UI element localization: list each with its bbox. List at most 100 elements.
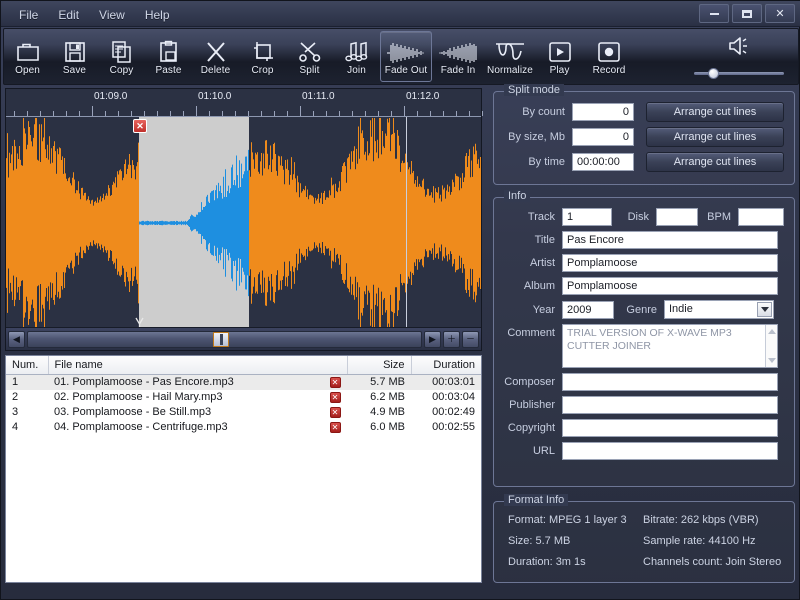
ruler-tick-minor [339, 111, 340, 116]
application-window: ✕ File Edit View Help Open Save Copy Pas… [0, 0, 800, 600]
disk-input[interactable] [656, 208, 698, 226]
copy-icon [110, 38, 134, 64]
toolbar-button-open[interactable]: Open [4, 31, 51, 82]
delete-row-icon[interactable]: ✕ [329, 377, 341, 389]
split-by-time-input[interactable] [572, 153, 634, 171]
delete-row-icon[interactable]: ✕ [329, 392, 341, 403]
toolbar-button-record[interactable]: Record [583, 31, 635, 82]
cell-num: 4 [12, 421, 19, 433]
scroll-left-button[interactable]: ◀ [8, 330, 25, 348]
toolbar-button-paste[interactable]: Paste [145, 31, 192, 82]
waveform-canvas[interactable]: ✕ [6, 117, 481, 329]
minimize-icon [709, 12, 719, 15]
fade-in-waveform-icon [438, 38, 478, 64]
toolbar-button-play[interactable]: Play [536, 31, 583, 82]
maximize-button[interactable] [732, 4, 762, 23]
ruler-tick-minor [79, 111, 80, 116]
cell-delete: ✕ [323, 405, 347, 420]
table-row[interactable]: 1 01. Pomplamoose - Pas Encore.mp3 ✕ 5.7 MB… [6, 374, 481, 390]
comment-text: TRIAL VERSION OF X-WAVE MP3 CUTTER JOINE… [567, 327, 732, 352]
play-icon [547, 38, 573, 64]
scroll-thumb[interactable] [212, 331, 229, 347]
close-button[interactable]: ✕ [765, 4, 795, 23]
table-row[interactable]: 4 04. Pomplamoose - Centrifuge.mp3 ✕ 6.0 MB… [6, 420, 481, 435]
toolbar-label-join: Join [347, 64, 366, 76]
menu-help[interactable]: Help [135, 6, 180, 24]
ruler-tick-minor [417, 111, 418, 116]
format-info-caption: Format Info [504, 494, 569, 506]
selection-delete-handle[interactable]: ✕ [133, 119, 147, 133]
column-header-size[interactable]: Size [347, 356, 412, 375]
artist-input[interactable] [562, 254, 778, 272]
toolbar-button-normalize[interactable]: Normalize [484, 31, 536, 82]
file-list[interactable]: Num. File name Size Duration 1 01. Pompla… [5, 355, 482, 583]
menu-view[interactable]: View [89, 6, 135, 24]
toolbar: Open Save Copy Paste Delete Crop Split J… [3, 28, 799, 85]
title-input[interactable] [562, 231, 778, 249]
album-input[interactable] [562, 277, 778, 295]
chevron-down-icon[interactable] [757, 302, 772, 317]
url-input[interactable] [562, 442, 778, 460]
playhead-cursor [406, 117, 407, 329]
artist-label: Artist [529, 257, 555, 269]
toolbar-button-fade-out[interactable]: Fade Out [380, 31, 432, 82]
ruler-tick-minor [287, 111, 288, 116]
speaker-icon[interactable] [726, 35, 752, 62]
arrange-cut-lines-by-count-button[interactable]: Arrange cut lines [646, 102, 784, 122]
minimize-button[interactable] [699, 4, 729, 23]
copyright-row: Copyright [500, 419, 786, 437]
volume-slider[interactable] [694, 67, 784, 79]
comment-textarea[interactable]: TRIAL VERSION OF X-WAVE MP3 CUTTER JOINE… [562, 324, 778, 368]
table-row[interactable]: 2 02. Pomplamoose - Hail Mary.mp3 ✕ 6.2 MB 0… [6, 390, 481, 405]
ruler-tick-minor [66, 111, 67, 116]
scroll-up-icon[interactable] [768, 329, 776, 334]
waveform-panel: 01:09.0 01:10.0 01:11.0 01:12.0 ✕ ◀ ▶ ＋ … [5, 88, 483, 351]
column-header-duration[interactable]: Duration [411, 356, 481, 375]
arrange-cut-lines-by-size-button[interactable]: Arrange cut lines [646, 127, 784, 147]
column-header-filename[interactable]: File name [48, 356, 348, 375]
toolbar-button-crop[interactable]: Crop [239, 31, 286, 82]
url-row: URL [500, 442, 786, 460]
scroll-right-button[interactable]: ▶ [424, 330, 441, 348]
zoom-out-button[interactable]: － [462, 330, 479, 348]
publisher-input[interactable] [562, 396, 778, 414]
toolbar-button-save[interactable]: Save [51, 31, 98, 82]
copyright-input[interactable] [562, 419, 778, 437]
track-input[interactable] [562, 208, 612, 226]
genre-select[interactable]: Indie [664, 300, 774, 319]
year-input[interactable] [562, 300, 614, 319]
file-table-header: Num. File name Size Duration [6, 356, 481, 375]
timeline-ruler[interactable]: 01:09.0 01:10.0 01:11.0 01:12.0 [6, 89, 483, 117]
scroll-track[interactable] [27, 330, 422, 348]
toolbar-button-delete[interactable]: Delete [192, 31, 239, 82]
title-label: Title [534, 234, 555, 246]
scroll-down-icon[interactable] [768, 358, 776, 363]
copyright-label: Copyright [507, 422, 555, 434]
bpm-input[interactable] [738, 208, 784, 226]
cell-duration: 00:02:49 [432, 406, 475, 418]
toolbar-button-copy[interactable]: Copy [98, 31, 145, 82]
split-by-size-input[interactable] [572, 128, 634, 146]
arrange-cut-lines-by-time-button[interactable]: Arrange cut lines [646, 152, 784, 172]
split-by-count-input[interactable] [572, 103, 634, 121]
cell-size: 6.2 MB [370, 391, 405, 403]
menu-file[interactable]: File [9, 6, 48, 24]
comment-scrollbar[interactable] [765, 325, 777, 367]
cell-size: 5.7 MB [347, 374, 411, 390]
split-by-count-label: By count [522, 106, 565, 118]
ruler-label-0: 01:09.0 [94, 91, 128, 102]
menu-edit[interactable]: Edit [48, 6, 89, 24]
menu-bar: File Edit View Help [1, 5, 180, 25]
toolbar-button-split[interactable]: Split [286, 31, 333, 82]
toolbar-label-record: Record [592, 64, 626, 76]
table-row[interactable]: 3 03. Pomplamoose - Be Still.mp3 ✕ 4.9 MB 00… [6, 405, 481, 420]
volume-knob[interactable] [708, 67, 719, 79]
toolbar-button-fade-in[interactable]: Fade In [432, 31, 484, 82]
composer-input[interactable] [562, 373, 778, 391]
cell-filename: 03. Pomplamoose - Be Still.mp3 [54, 406, 212, 418]
delete-row-icon[interactable]: ✕ [329, 422, 341, 433]
zoom-in-button[interactable]: ＋ [443, 330, 460, 348]
toolbar-button-join[interactable]: Join [333, 31, 380, 82]
delete-row-icon[interactable]: ✕ [329, 407, 341, 418]
column-header-num[interactable]: Num. [6, 356, 49, 375]
